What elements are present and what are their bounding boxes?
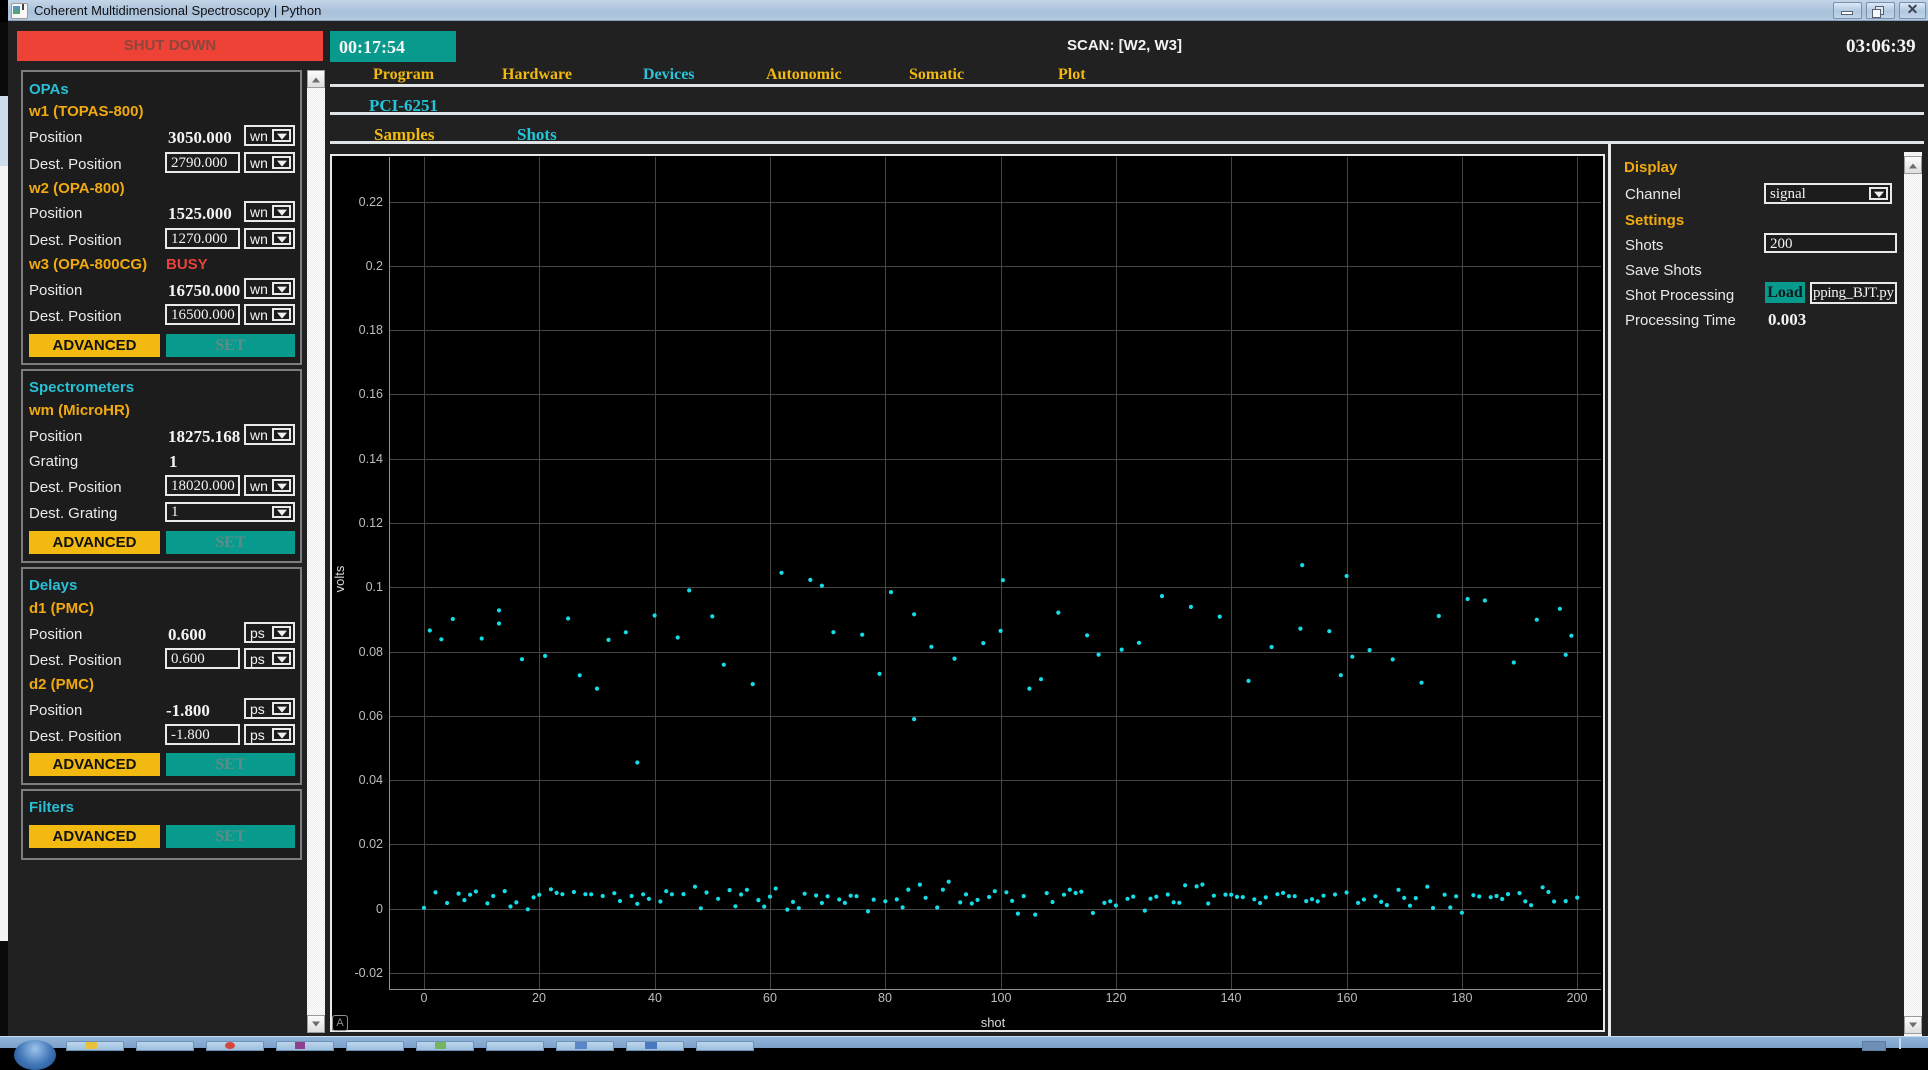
- svg-text:40: 40: [648, 991, 662, 1005]
- svg-text:0.1: 0.1: [366, 580, 383, 594]
- svg-text:0.18: 0.18: [359, 323, 383, 337]
- svg-text:-0.02: -0.02: [355, 966, 384, 980]
- svg-text:60: 60: [763, 991, 777, 1005]
- svg-text:0: 0: [421, 991, 428, 1005]
- svg-text:volts: volts: [332, 565, 347, 592]
- svg-text:100: 100: [991, 991, 1012, 1005]
- svg-text:0.02: 0.02: [359, 837, 383, 851]
- svg-text:shot: shot: [981, 1015, 1006, 1030]
- svg-text:140: 140: [1221, 991, 1242, 1005]
- svg-text:0.04: 0.04: [359, 773, 383, 787]
- svg-text:0.2: 0.2: [366, 259, 383, 273]
- svg-text:0.08: 0.08: [359, 645, 383, 659]
- svg-text:0.16: 0.16: [359, 387, 383, 401]
- svg-text:0.12: 0.12: [359, 516, 383, 530]
- svg-text:80: 80: [878, 991, 892, 1005]
- svg-text:0.06: 0.06: [359, 709, 383, 723]
- svg-text:0: 0: [376, 902, 383, 916]
- svg-text:160: 160: [1337, 991, 1358, 1005]
- svg-text:0.14: 0.14: [359, 452, 383, 466]
- svg-text:120: 120: [1106, 991, 1127, 1005]
- svg-text:0.22: 0.22: [359, 195, 383, 209]
- svg-text:20: 20: [532, 991, 546, 1005]
- svg-text:200: 200: [1567, 991, 1588, 1005]
- svg-text:180: 180: [1452, 991, 1473, 1005]
